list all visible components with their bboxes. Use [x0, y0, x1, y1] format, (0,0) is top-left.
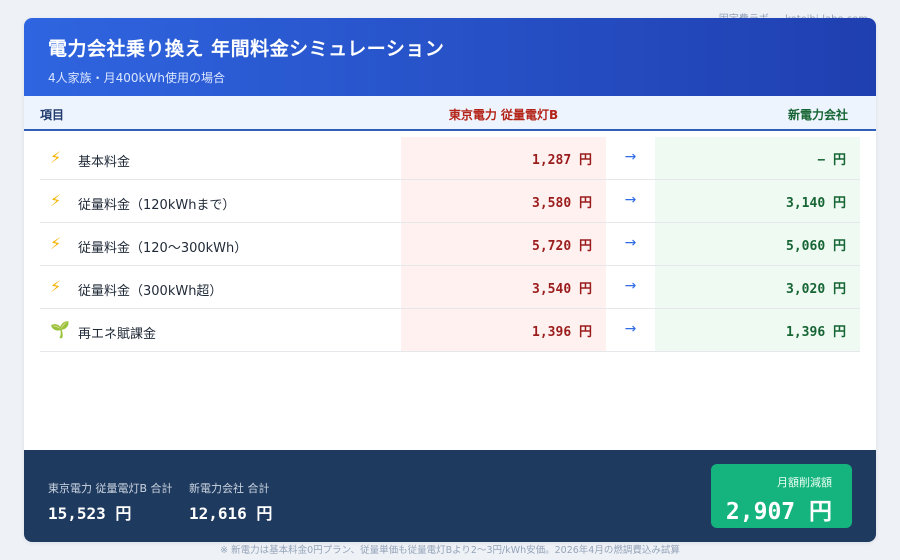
row-label: 基本料金 — [78, 155, 131, 170]
page-subtitle: 4人家族・月400kWh使用の場合 — [48, 71, 225, 85]
table-row: ⚡ 従量料金（120kWhまで） 3,580 円 → 3,140 円 — [40, 180, 860, 223]
arrow-right-icon: → — [624, 235, 637, 251]
tepco-price: 1,396 円 — [401, 309, 606, 351]
table-body: ⚡ 基本料金 1,287 円 → − 円 ⚡ 従量料金（120kWhまで） 3,… — [40, 137, 860, 352]
row-label: 従量料金（120kWhまで） — [78, 198, 236, 213]
table-row: ⚡ 従量料金（300kWh超） 3,540 円 → 3,020 円 — [40, 266, 860, 309]
arrow-right-icon: → — [624, 149, 637, 165]
lightning-icon: ⚡ — [50, 234, 62, 253]
new-price: 5,060 円 — [655, 223, 860, 265]
tepco-price: 5,720 円 — [401, 223, 606, 265]
table-header: 項目 東京電力 従量電灯B 新電力会社 — [24, 96, 876, 131]
savings-badge: 月額削減額 2,907 円 — [711, 464, 852, 528]
column-header-item: 項目 — [40, 108, 65, 122]
footnote: ※ 新電力は基本料金0円プラン、従量単価も従量電灯Bより2〜3円/kWh安価。2… — [220, 545, 680, 556]
new-total: 新電力会社 合計 12,616 円 — [189, 480, 272, 524]
new-total-value: 12,616 円 — [189, 504, 273, 523]
totals-footer: 東京電力 従量電灯B 合計 15,523 円 新電力会社 合計 12,616 円… — [24, 450, 876, 542]
new-total-label: 新電力会社 合計 — [189, 482, 270, 495]
lightning-icon: ⚡ — [50, 277, 62, 296]
tepco-total: 東京電力 従量電灯B 合計 15,523 円 — [48, 480, 173, 524]
new-price: 3,020 円 — [655, 266, 860, 308]
tepco-price: 3,580 円 — [401, 180, 606, 222]
row-label: 従量料金（120〜300kWh） — [78, 241, 248, 256]
arrow-right-icon: → — [624, 192, 637, 208]
tepco-total-label: 東京電力 従量電灯B 合計 — [48, 482, 173, 495]
table-row: 🌱 再エネ賦課金 1,396 円 → 1,396 円 — [40, 309, 860, 352]
tepco-price: 1,287 円 — [401, 137, 606, 179]
table-row: ⚡ 従量料金（120〜300kWh） 5,720 円 → 5,060 円 — [40, 223, 860, 266]
row-label: 再エネ賦課金 — [78, 327, 157, 342]
column-header-tepco: 東京電力 従量電灯B — [448, 108, 559, 122]
header: 電力会社乗り換え 年間料金シミュレーション 4人家族・月400kWh使用の場合 — [24, 18, 876, 96]
arrow-right-icon: → — [624, 278, 637, 294]
new-price: 3,140 円 — [655, 180, 860, 222]
lightning-icon: ⚡ — [50, 191, 62, 210]
page-title: 電力会社乗り換え 年間料金シミュレーション — [48, 38, 445, 60]
row-label: 従量料金（300kWh超） — [78, 284, 223, 299]
seedling-icon: 🌱 — [50, 320, 70, 339]
savings-label: 月額削減額 — [777, 476, 832, 489]
arrow-right-icon: → — [624, 321, 637, 337]
new-price: − 円 — [655, 137, 860, 179]
lightning-icon: ⚡ — [50, 148, 62, 167]
tepco-total-value: 15,523 円 — [48, 504, 132, 523]
simulation-card: 電力会社乗り換え 年間料金シミュレーション 4人家族・月400kWh使用の場合 … — [24, 18, 876, 542]
savings-value: 2,907 円 — [725, 499, 832, 525]
table-row: ⚡ 基本料金 1,287 円 → − 円 — [40, 137, 860, 180]
new-price: 1,396 円 — [655, 309, 860, 351]
column-header-new: 新電力会社 — [787, 108, 848, 122]
tepco-price: 3,540 円 — [401, 266, 606, 308]
